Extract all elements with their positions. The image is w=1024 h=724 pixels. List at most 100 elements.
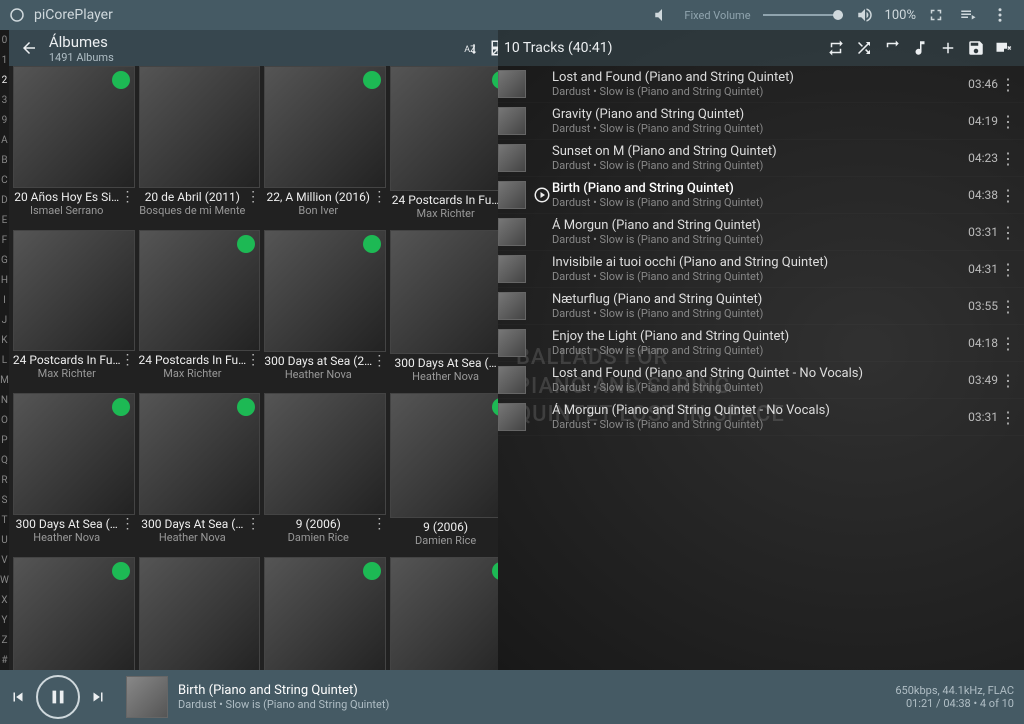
alpha-T[interactable]: T (0, 510, 9, 530)
save-icon[interactable] (962, 34, 990, 62)
track-menu-icon[interactable]: ⋮ (998, 371, 1018, 390)
album-menu-icon[interactable]: ⋮ (372, 190, 386, 204)
track-menu-icon[interactable]: ⋮ (998, 408, 1018, 427)
alpha-H[interactable]: H (0, 270, 9, 290)
alpha-D[interactable]: D (0, 190, 9, 210)
album-cover[interactable] (390, 230, 515, 355)
alpha-#[interactable]: # (0, 650, 9, 670)
alpha-W[interactable]: W (0, 570, 9, 590)
album-cover[interactable] (264, 230, 386, 352)
back-button[interactable] (15, 34, 43, 62)
album-item[interactable]: 9 (2006) Damien Rice ⋮ (13, 557, 135, 671)
album-menu-icon[interactable]: ⋮ (372, 517, 386, 531)
alpha-1[interactable]: 1 (0, 50, 9, 70)
album-cover[interactable] (139, 66, 261, 188)
album-cover[interactable] (13, 557, 135, 671)
album-menu-icon[interactable]: ⋮ (121, 190, 135, 204)
alpha-F[interactable]: F (0, 230, 9, 250)
album-cover[interactable] (139, 557, 261, 671)
album-cover[interactable] (390, 393, 515, 518)
alpha-M[interactable]: M (0, 370, 9, 390)
album-cover[interactable] (264, 557, 386, 671)
alpha-3[interactable]: 3 (0, 90, 9, 110)
album-item[interactable]: 24 Postcards In Fu… Max Richter ⋮ (390, 66, 515, 226)
volume-slider[interactable] (763, 14, 843, 16)
track-row[interactable]: Á Morgun (Piano and String Quintet) Dard… (498, 214, 1024, 251)
repeat-icon[interactable] (822, 34, 850, 62)
music-note-icon[interactable] (906, 34, 934, 62)
shuffle-icon[interactable] (850, 34, 878, 62)
alpha-O[interactable]: O (0, 410, 9, 430)
album-item[interactable]: 300 Days At Sea (… Heather Nova ⋮ (139, 393, 261, 553)
album-menu-icon[interactable]: ⋮ (246, 517, 260, 531)
alpha-V[interactable]: V (0, 550, 9, 570)
more-icon[interactable] (988, 3, 1012, 27)
album-menu-icon[interactable]: ⋮ (372, 354, 386, 368)
clear-queue-icon[interactable] (990, 34, 1018, 62)
track-menu-icon[interactable]: ⋮ (998, 334, 1018, 353)
alpha-C[interactable]: C (0, 170, 9, 190)
alpha-E[interactable]: E (0, 210, 9, 230)
album-item[interactable]: 300 Days At Sea (… Heather Nova ⋮ (13, 393, 135, 553)
next-button[interactable] (80, 679, 116, 715)
volume-down-icon[interactable] (650, 3, 674, 27)
track-row[interactable]: Næturflug (Piano and String Quintet) Dar… (498, 288, 1024, 325)
album-menu-icon[interactable]: ⋮ (246, 190, 260, 204)
album-item[interactable]: A Blessing of Tear… Robert Fripp ⋮ (139, 557, 261, 671)
album-item[interactable]: 24 Postcards In Fu… Max Richter ⋮ (139, 230, 261, 390)
alpha-G[interactable]: G (0, 250, 9, 270)
alpha-B[interactable]: B (0, 150, 9, 170)
alpha-I[interactable]: I (0, 290, 9, 310)
album-cover[interactable] (390, 66, 515, 191)
track-row[interactable]: Enjoy the Light (Piano and String Quinte… (498, 325, 1024, 362)
album-item[interactable]: 300 Days at Sea (2… Heather Nova ⋮ (264, 230, 386, 390)
track-menu-icon[interactable]: ⋮ (998, 223, 1018, 242)
track-row[interactable]: Gravity (Piano and String Quintet) Dardu… (498, 103, 1024, 140)
alpha-L[interactable]: L (0, 350, 9, 370)
album-cover[interactable] (390, 557, 515, 671)
track-row[interactable]: Sunset on M (Piano and String Quintet) D… (498, 140, 1024, 177)
track-row[interactable]: Invisibile ai tuoi occhi (Piano and Stri… (498, 251, 1024, 288)
consume-icon[interactable] (878, 34, 906, 62)
album-cover[interactable] (139, 230, 261, 352)
album-cover[interactable] (13, 230, 135, 352)
play-pause-button[interactable] (36, 675, 80, 719)
album-item[interactable]: 9 (2006) Damien Rice ⋮ (390, 393, 515, 553)
album-item[interactable]: 24 Postcards In Fu… Max Richter ⋮ (13, 230, 135, 390)
album-menu-icon[interactable]: ⋮ (121, 353, 135, 367)
track-menu-icon[interactable]: ⋮ (998, 260, 1018, 279)
album-menu-icon[interactable]: ⋮ (121, 517, 135, 531)
track-row[interactable]: Á Morgun (Piano and String Quintet - No … (498, 399, 1024, 436)
alpha-Q[interactable]: Q (0, 450, 9, 470)
track-menu-icon[interactable]: ⋮ (998, 297, 1018, 316)
alpha-0[interactable]: 0 (0, 30, 9, 50)
album-item[interactable]: A Celtic Tale: The … Mychael Danna & Jef… (390, 557, 515, 671)
alpha-S[interactable]: S (0, 490, 9, 510)
album-item[interactable]: 22, A Million (2016) Bon Iver ⋮ (264, 66, 386, 226)
track-menu-icon[interactable]: ⋮ (998, 112, 1018, 131)
album-cover[interactable] (264, 66, 386, 188)
album-item[interactable]: 300 Days At Sea (… Heather Nova ⋮ (390, 230, 515, 390)
fullscreen-icon[interactable] (924, 3, 948, 27)
alpha-K[interactable]: K (0, 330, 9, 350)
alpha-2[interactable]: 2 (0, 70, 9, 90)
alpha-R[interactable]: R (0, 470, 9, 490)
album-cover[interactable] (139, 393, 261, 515)
sort-az-icon[interactable]: AZ (457, 34, 485, 62)
alpha-N[interactable]: N (0, 390, 9, 410)
alpha-J[interactable]: J (0, 310, 9, 330)
alpha-X[interactable]: X (0, 590, 9, 610)
playlist-icon[interactable] (956, 3, 980, 27)
album-item[interactable]: 20 de Abril (2011) Bosques de mi Mente ⋮ (139, 66, 261, 226)
track-menu-icon[interactable]: ⋮ (998, 75, 1018, 94)
add-icon[interactable] (934, 34, 962, 62)
album-cover[interactable] (13, 66, 135, 188)
album-menu-icon[interactable]: ⋮ (246, 353, 260, 367)
prev-button[interactable] (0, 679, 36, 715)
now-playing-artwork[interactable] (126, 676, 168, 718)
track-row[interactable]: Lost and Found (Piano and String Quintet… (498, 362, 1024, 399)
volume-up-icon[interactable] (853, 3, 877, 27)
album-item[interactable]: 9 (2006) Damien Rice ⋮ (264, 393, 386, 553)
track-row[interactable]: Birth (Piano and String Quintet) Dardust… (498, 177, 1024, 214)
alpha-Z[interactable]: Z (0, 630, 9, 650)
